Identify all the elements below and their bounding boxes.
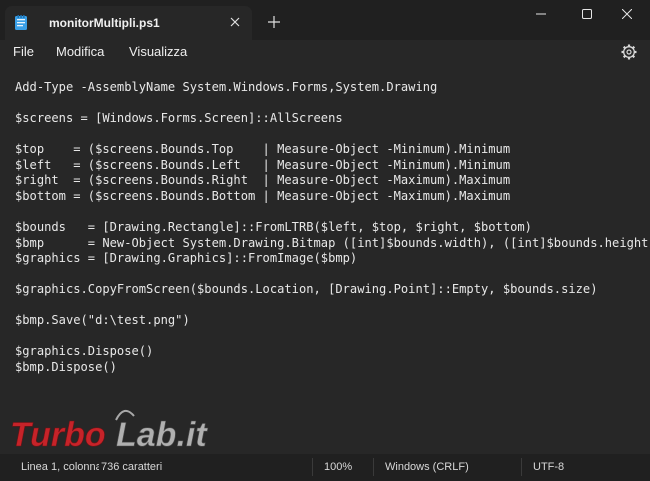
close-window-button[interactable]: [604, 0, 650, 30]
menu-bar: File Modifica Visualizza: [0, 40, 650, 68]
notepad-window: monitorMultipli.ps1 File Modifica Visual…: [0, 0, 650, 481]
close-window-icon: [622, 9, 632, 19]
encoding[interactable]: UTF-8: [533, 461, 564, 473]
char-count: 736 caratteri: [99, 461, 163, 473]
code-line: $left = ($screens.Bounds.Left | Measure-…: [15, 157, 511, 172]
code-line: $bmp.Save("d:\test.png"): [15, 313, 190, 327]
code-line: $graphics = [Drawing.Graphics]::FromImag…: [15, 251, 358, 265]
code-line: $right = ($screens.Bounds.Right | Measur…: [15, 173, 511, 187]
zoom-level[interactable]: 100%: [324, 461, 352, 473]
menu-visualizza[interactable]: Visualizza: [129, 44, 187, 59]
code-line: $graphics.Dispose(): [15, 344, 154, 358]
menu-file[interactable]: File: [13, 44, 34, 59]
code-line: $screens = [Windows.Forms.Screen]::AllSc…: [15, 111, 343, 125]
status-bar: Linea 1, colonna 1 736 caratteri 100% Wi…: [0, 454, 650, 481]
code-line: $bmp = New-Object System.Drawing.Bitmap …: [15, 235, 650, 250]
menu-modifica[interactable]: Modifica: [56, 44, 104, 59]
tab-title: monitorMultipli.ps1: [49, 16, 160, 30]
minimize-button[interactable]: [518, 0, 564, 30]
code-line: $top = ($screens.Bounds.Top | Measure-Ob…: [15, 142, 511, 156]
plus-icon[interactable]: [265, 13, 283, 31]
code-line: $bmp.Dispose(): [15, 359, 117, 374]
status-divider: [521, 458, 522, 476]
maximize-icon: [582, 9, 592, 19]
title-bar: monitorMultipli.ps1: [0, 0, 650, 40]
line-ending[interactable]: Windows (CRLF): [385, 461, 469, 473]
svg-text:Lab.it: Lab.it: [116, 416, 208, 454]
notepad-icon: [15, 15, 27, 30]
file-tab[interactable]: monitorMultipli.ps1: [5, 6, 252, 40]
text-editor[interactable]: Add-Type -AssemblyName System.Windows.Fo…: [0, 68, 650, 454]
svg-text:Turbo: Turbo: [10, 416, 106, 454]
status-divider: [312, 458, 313, 476]
minimize-icon: [536, 13, 546, 15]
status-divider: [373, 458, 374, 476]
code-line: Add-Type -AssemblyName System.Windows.Fo…: [15, 80, 438, 94]
gear-icon[interactable]: [620, 43, 638, 61]
code-line: $bottom = ($screens.Bounds.Bottom | Meas…: [15, 188, 511, 203]
code-line: $graphics.CopyFromScreen($bounds.Locatio…: [15, 282, 598, 296]
close-icon[interactable]: [227, 14, 243, 30]
code-line: $bounds = [Drawing.Rectangle]::FromLTRB(…: [15, 220, 532, 234]
cursor-position: Linea 1, colonna 1: [21, 461, 111, 473]
